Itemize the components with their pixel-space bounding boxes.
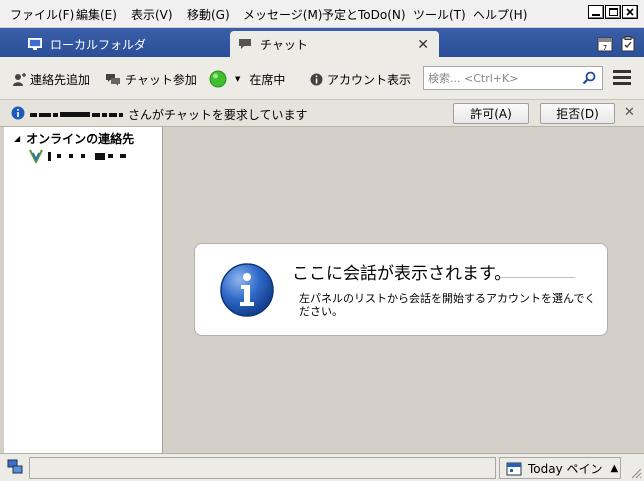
maximize-icon [609, 8, 618, 16]
folder-monitor-icon [28, 38, 42, 50]
today-pane-toggle[interactable]: Today ペイン ▲ [499, 457, 621, 479]
minimize-icon [592, 14, 600, 16]
notification-message: さんがチャットを要求しています [30, 106, 308, 123]
tab-strip: ローカルフォルダ チャット ✕ 7 [0, 28, 644, 57]
search-input[interactable] [428, 70, 576, 86]
decline-button[interactable]: 拒否(D) [540, 103, 615, 124]
menu-bar: ファイル(F) 編集(E) 表示(V) 移動(G) メッセージ(M) 予定とTo… [0, 0, 644, 28]
app-menu-button[interactable] [613, 70, 631, 86]
status-selector[interactable]: ▼ 在席中 [209, 70, 285, 88]
calendar-icon[interactable]: 7 [597, 36, 613, 52]
task-clipboard-icon[interactable] [621, 36, 635, 52]
online-contacts-group[interactable]: ◢ オンラインの連絡先 [14, 130, 134, 147]
menu-edit[interactable]: 編集(E) [76, 6, 117, 23]
conversation-placeholder-body: 左パネルのリストから会話を開始するアカウントを選んでください。 [299, 292, 596, 318]
menu-message[interactable]: メッセージ(M) [243, 6, 322, 23]
empty-conversation-card: ここに会話が表示されます。 左パネルのリストから会話を開始するアカウントを選んで… [194, 243, 608, 336]
join-chat-label: チャット参加 [125, 73, 197, 87]
title-divider [500, 277, 575, 278]
resize-grip-icon[interactable] [630, 467, 642, 479]
online-status-icon [209, 70, 227, 88]
maximize-button[interactable] [605, 5, 621, 19]
menu-events-tasks[interactable]: 予定とToDo(N) [322, 6, 406, 23]
protocol-icon [29, 149, 43, 163]
search-box[interactable] [423, 66, 603, 90]
person-add-icon [13, 72, 26, 86]
collapse-triangle-icon[interactable]: ◢ [14, 134, 20, 143]
search-icon[interactable] [582, 71, 596, 85]
dropdown-arrow-icon: ▼ [235, 75, 241, 83]
accept-button[interactable]: 許可(A) [453, 103, 529, 124]
menu-file[interactable]: ファイル(F) [10, 6, 74, 23]
add-contact-button[interactable]: 連絡先追加 [12, 71, 90, 88]
status-label: 在席中 [249, 72, 286, 87]
menu-view[interactable]: 表示(V) [131, 6, 173, 23]
group-label: オンラインの連絡先 [26, 132, 135, 146]
tab-label: ローカルフォルダ [50, 37, 147, 52]
menu-tools[interactable]: ツール(T) [413, 6, 466, 23]
close-tab-icon[interactable]: ✕ [417, 37, 429, 53]
status-text-field [29, 457, 496, 479]
chat-bubble-icon [239, 39, 251, 49]
chevron-up-icon: ▲ [610, 462, 619, 474]
tab-label: チャット [260, 37, 308, 52]
network-status-icon[interactable] [7, 459, 23, 475]
today-calendar-icon [506, 462, 522, 476]
menu-help[interactable]: ヘルプ(H) [473, 6, 527, 23]
hamburger-icon [613, 70, 631, 73]
join-chat-button[interactable]: チャット参加 [105, 71, 197, 88]
notification-text: さんがチャットを要求しています [128, 108, 308, 122]
chat-request-notification: さんがチャットを要求しています 許可(A) 拒否(D) ✕ [0, 100, 644, 127]
today-pane-label: Today ペイン [528, 461, 603, 476]
tab-local-folders[interactable]: ローカルフォルダ [28, 31, 208, 57]
minimize-button[interactable] [588, 5, 604, 19]
close-window-button[interactable] [622, 5, 638, 19]
info-large-icon [220, 263, 274, 317]
redacted-contact-name [48, 151, 128, 161]
status-bar: Today ペイン ▲ [0, 453, 644, 481]
redacted-sender [30, 112, 125, 117]
contacts-panel: ◢ オンラインの連絡先 [4, 127, 163, 453]
show-accounts-button[interactable]: アカウント表示 [310, 71, 411, 88]
show-accounts-label: アカウント表示 [327, 73, 412, 87]
menu-go[interactable]: 移動(G) [187, 6, 230, 23]
close-x-icon [626, 8, 634, 16]
add-contact-label: 連絡先追加 [30, 73, 91, 87]
contact-item[interactable] [28, 149, 128, 163]
info-notification-icon [11, 106, 25, 120]
close-notification-icon[interactable]: ✕ [624, 105, 635, 120]
conversation-placeholder-title: ここに会話が表示されます。 [292, 264, 512, 284]
conversation-area: ここに会話が表示されます。 左パネルのリストから会話を開始するアカウントを選んで… [163, 127, 644, 453]
chat-join-icon [106, 73, 120, 86]
chat-toolbar: 連絡先追加 チャット参加 ▼ 在席中 アカウント表示 [0, 57, 644, 100]
svg-text:7: 7 [603, 44, 607, 52]
info-small-icon [310, 73, 323, 86]
tab-chat[interactable]: チャット ✕ [230, 31, 439, 57]
